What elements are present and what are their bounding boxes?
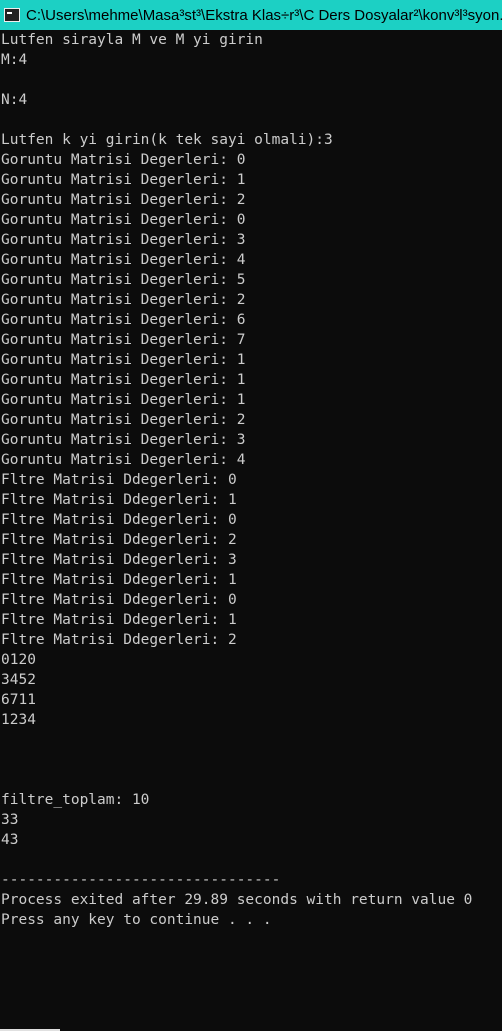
console-line: Fltre Matrisi Ddegerleri: 2 [1, 632, 237, 648]
console-line: 3452 [1, 672, 36, 688]
console-line: Goruntu Matrisi Degerleri: 4 [1, 252, 246, 268]
console-line: Goruntu Matrisi Degerleri: 0 [1, 152, 246, 168]
console-line: Goruntu Matrisi Degerleri: 1 [1, 392, 246, 408]
console-line: Goruntu Matrisi Degerleri: 7 [1, 332, 246, 348]
console-line: Fltre Matrisi Ddegerleri: 0 [1, 592, 237, 608]
console-line: Goruntu Matrisi Degerleri: 6 [1, 312, 246, 328]
console-line: Goruntu Matrisi Degerleri: 1 [1, 372, 246, 388]
console-line: Lutfen k yi girin(k tek sayi olmali):3 [1, 132, 333, 148]
console-line: M:4 [1, 52, 28, 68]
console-line: Goruntu Matrisi Degerleri: 0 [1, 212, 246, 228]
console-line: Press any key to continue . . . [1, 912, 272, 928]
console-line: Lutfen sirayla M ve M yi girin [1, 32, 263, 48]
console-line: Goruntu Matrisi Degerleri: 3 [1, 232, 246, 248]
console-line: Process exited after 29.89 seconds with … [1, 892, 473, 908]
console-line: Fltre Matrisi Ddegerleri: 2 [1, 532, 237, 548]
window-title: C:\Users\mehme\Masa³st³\Ekstra Klas÷r³\C… [26, 6, 502, 24]
console-line: N:4 [1, 92, 28, 108]
console-line: 1234 [1, 712, 36, 728]
console-line: Fltre Matrisi Ddegerleri: 1 [1, 492, 237, 508]
console-line: Goruntu Matrisi Degerleri: 1 [1, 352, 246, 368]
console-line: Fltre Matrisi Ddegerleri: 3 [1, 552, 237, 568]
console-app-icon [4, 8, 20, 22]
console-line: 43 [1, 832, 19, 848]
console-line: 33 [1, 812, 19, 828]
console-output[interactable]: Lutfen sirayla M ve M yi girin M:4 N:4 Lutf… [0, 30, 502, 1030]
console-line: filtre_toplam: 10 [1, 792, 150, 808]
console-line: Goruntu Matrisi Degerleri: 2 [1, 412, 246, 428]
console-line: Fltre Matrisi Ddegerleri: 0 [1, 472, 237, 488]
console-line: -------------------------------- [1, 872, 281, 888]
console-line: Goruntu Matrisi Degerleri: 1 [1, 172, 246, 188]
console-line: Goruntu Matrisi Degerleri: 2 [1, 292, 246, 308]
console-line: Fltre Matrisi Ddegerleri: 1 [1, 612, 237, 628]
console-line: Goruntu Matrisi Degerleri: 3 [1, 432, 246, 448]
console-line: 6711 [1, 692, 36, 708]
console-line: Fltre Matrisi Ddegerleri: 0 [1, 512, 237, 528]
console-line: 0120 [1, 652, 36, 668]
console-line: Fltre Matrisi Ddegerleri: 1 [1, 572, 237, 588]
title-bar[interactable]: C:\Users\mehme\Masa³st³\Ekstra Klas÷r³\C… [0, 0, 502, 30]
console-line: Goruntu Matrisi Degerleri: 5 [1, 272, 246, 288]
console-window[interactable]: C:\Users\mehme\Masa³st³\Ekstra Klas÷r³\C… [0, 0, 502, 1031]
console-line: Goruntu Matrisi Degerleri: 2 [1, 192, 246, 208]
console-line: Goruntu Matrisi Degerleri: 4 [1, 452, 246, 468]
